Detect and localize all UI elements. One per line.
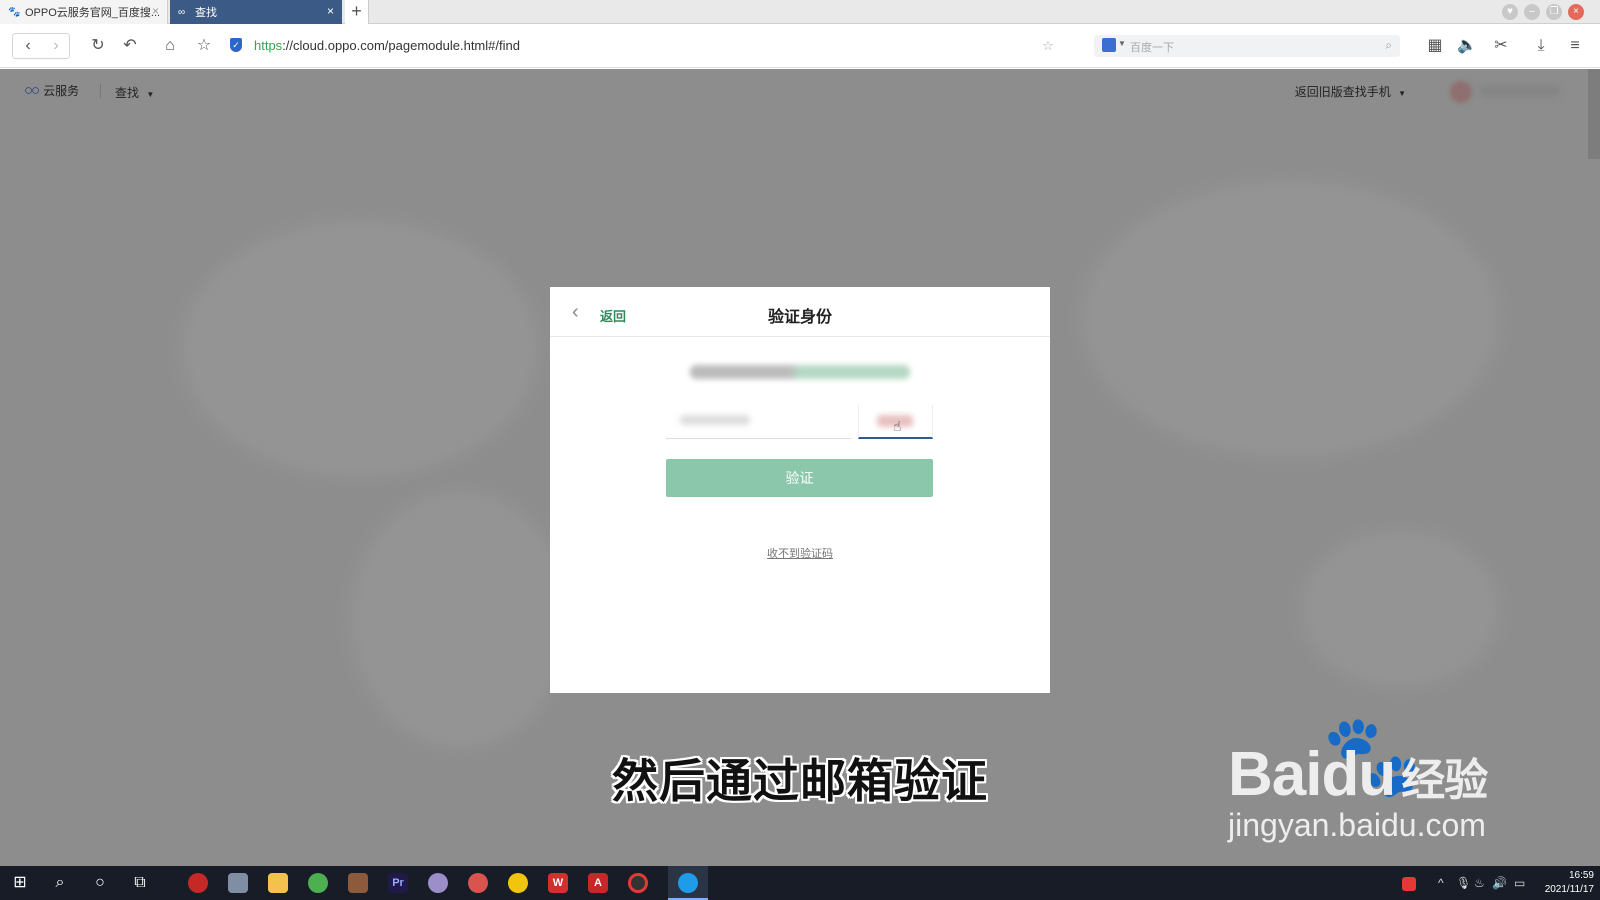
cloud-logo-icon: ∞ — [178, 6, 186, 18]
page-overlay: ○○ 云服务 查找 ▼ 返回旧版查找手机 ▼ ‹ 返回 验证身份 ☝ 验证 收不… — [0, 69, 1600, 866]
screenshot-scissors-icon[interactable]: ✂ — [1490, 35, 1512, 57]
tab-find[interactable]: ∞ 查找 × — [170, 0, 342, 24]
clock-date: 2021/11/17 — [1544, 884, 1594, 895]
dialog-header: ‹ 返回 验证身份 — [550, 287, 1050, 337]
tab-oppo-search[interactable]: 🐾 OPPO云服务官网_百度搜... × — [0, 0, 168, 24]
divider — [100, 84, 101, 98]
watermark-du: du — [1321, 740, 1396, 809]
download-icon[interactable]: ⤓ — [1530, 35, 1552, 57]
baidu-jingyan-watermark: Baidu 经验 — [1228, 739, 1488, 810]
address-bar[interactable]: https://cloud.oppo.com/pagemodule.html#/… — [254, 38, 520, 53]
search-icon[interactable]: ⌕ — [1385, 38, 1392, 53]
cloud-service-logo[interactable]: ○○ 云服务 — [24, 82, 79, 99]
network-icon[interactable]: ▭ — [1514, 866, 1525, 900]
scrollbar[interactable] — [1588, 69, 1600, 159]
chevron-down-icon[interactable]: ▼ — [1118, 39, 1126, 48]
caret-down-icon: ▼ — [146, 90, 155, 99]
sogou-ime-icon[interactable] — [1402, 866, 1416, 900]
wps-icon[interactable]: W — [538, 866, 578, 900]
chevron-up-icon[interactable]: ^ — [1438, 866, 1444, 900]
sound-icon[interactable]: 🔈 — [1456, 35, 1478, 57]
back-icon[interactable]: ‹ — [16, 34, 40, 58]
search-placeholder: 百度一下 — [1130, 42, 1174, 54]
premiere-pro-icon[interactable]: Pr — [378, 866, 418, 900]
windows-start-icon[interactable]: ⊞ — [0, 866, 40, 900]
browser-toolbar: ‹ › ↻ ↶ ⌂ ☆ ✓ https://cloud.oppo.com/pag… — [0, 24, 1600, 68]
tab-title: OPPO云服务官网_百度搜... — [25, 7, 161, 19]
old-version-link[interactable]: 返回旧版查找手机 ▼ — [1295, 83, 1406, 100]
map-shape — [180, 219, 540, 479]
browser-app-icon[interactable] — [458, 866, 498, 900]
home-icon[interactable]: ⌂ — [158, 34, 182, 58]
computer-app-icon[interactable] — [218, 866, 258, 900]
forward-icon[interactable]: › — [44, 34, 68, 58]
undo-icon[interactable]: ↶ — [118, 34, 142, 58]
close-window-icon[interactable]: × — [1568, 4, 1584, 20]
cortana-icon[interactable]: ○ — [80, 866, 120, 900]
code-input-placeholder-blurred — [680, 415, 750, 425]
no-code-link[interactable]: 收不到验证码 — [550, 545, 1050, 561]
hand-cursor-icon: ☝ — [893, 418, 902, 434]
system-clock[interactable]: 16:59 2021/11/17 — [1545, 869, 1594, 897]
map-shape — [1080, 179, 1500, 459]
record-app-icon[interactable] — [618, 866, 658, 900]
verify-identity-dialog: ‹ 返回 验证身份 ☝ 验证 收不到验证码 — [550, 287, 1050, 693]
windows-taskbar: ⊞ ⌕ ○ ⧉ Pr W A ^ 🎙 ♨ 🔊 ▭ 16:59 2021/11/1… — [0, 866, 1600, 900]
browser-tab-bar: 🐾 OPPO云服务官网_百度搜... × ∞ 查找 × + ♥ – ❐ × — [0, 0, 1600, 24]
file-explorer-icon[interactable] — [258, 866, 298, 900]
bookmark-star-icon[interactable]: ☆ — [1036, 34, 1060, 58]
search-engine-icon[interactable] — [1102, 38, 1116, 52]
security-shield-icon[interactable]: ✓ — [230, 38, 242, 52]
watermark-jingyan: 经验 — [1401, 756, 1488, 805]
app-icon[interactable] — [498, 866, 538, 900]
app-tray-icon[interactable]: ♨ — [1474, 866, 1485, 900]
find-menu[interactable]: 查找 ▼ — [115, 84, 154, 101]
close-icon[interactable]: × — [152, 4, 159, 18]
favorite-icon[interactable]: ☆ — [192, 34, 216, 58]
map-shape — [350, 489, 570, 749]
search-icon[interactable]: ⌕ — [40, 866, 80, 900]
url-path: ://cloud.oppo.com/pagemodule.html#/find — [282, 38, 520, 53]
map-shape — [1300, 529, 1500, 689]
refresh-icon[interactable]: ↻ — [86, 34, 110, 58]
tab-title: 查找 — [195, 7, 217, 19]
site-header: ○○ 云服务 查找 ▼ 返回旧版查找手机 ▼ — [0, 69, 1600, 113]
minimize-icon[interactable]: – — [1524, 4, 1540, 20]
menu-icon[interactable]: ≡ — [1564, 35, 1586, 57]
cloud-logo-icon: ○○ — [24, 82, 40, 99]
media-app-icon[interactable] — [338, 866, 378, 900]
caret-down-icon: ▼ — [1398, 89, 1406, 98]
chrome-icon[interactable] — [298, 866, 338, 900]
acrobat-icon[interactable]: A — [578, 866, 618, 900]
clock-time: 16:59 — [1568, 870, 1594, 881]
skin-icon[interactable]: ♥ — [1502, 4, 1518, 20]
close-icon[interactable]: × — [327, 4, 334, 18]
maximize-icon[interactable]: ❐ — [1546, 4, 1562, 20]
app-icon[interactable] — [418, 866, 458, 900]
avatar[interactable] — [1450, 81, 1472, 103]
record-app-icon[interactable] — [178, 866, 218, 900]
watermark-bai: Bai — [1228, 740, 1322, 809]
search-input[interactable]: ▼ 百度一下 ⌕ — [1094, 35, 1400, 57]
logo-text: 云服务 — [43, 84, 80, 98]
volume-icon[interactable]: 🔊 — [1492, 866, 1507, 900]
active-browser-icon[interactable] — [668, 866, 708, 900]
username-blurred[interactable] — [1480, 85, 1560, 97]
task-view-icon[interactable]: ⧉ — [120, 866, 160, 900]
masked-email-text — [690, 365, 910, 379]
dialog-title: 验证身份 — [767, 309, 832, 326]
baidu-icon: 🐾 — [8, 6, 21, 18]
mic-icon[interactable]: 🎙 — [1456, 866, 1471, 900]
find-menu-label: 查找 — [115, 86, 140, 100]
new-tab-button[interactable]: + — [345, 0, 369, 24]
watermark-url: jingyan.baidu.com — [1228, 807, 1486, 843]
url-scheme: https — [254, 38, 283, 53]
verification-code-input[interactable] — [666, 405, 851, 439]
verify-button[interactable]: 验证 — [666, 459, 933, 497]
apps-icon[interactable]: ▦ — [1424, 35, 1446, 57]
old-version-label: 返回旧版查找手机 — [1294, 85, 1391, 99]
send-code-button[interactable]: ☝ — [858, 405, 933, 439]
